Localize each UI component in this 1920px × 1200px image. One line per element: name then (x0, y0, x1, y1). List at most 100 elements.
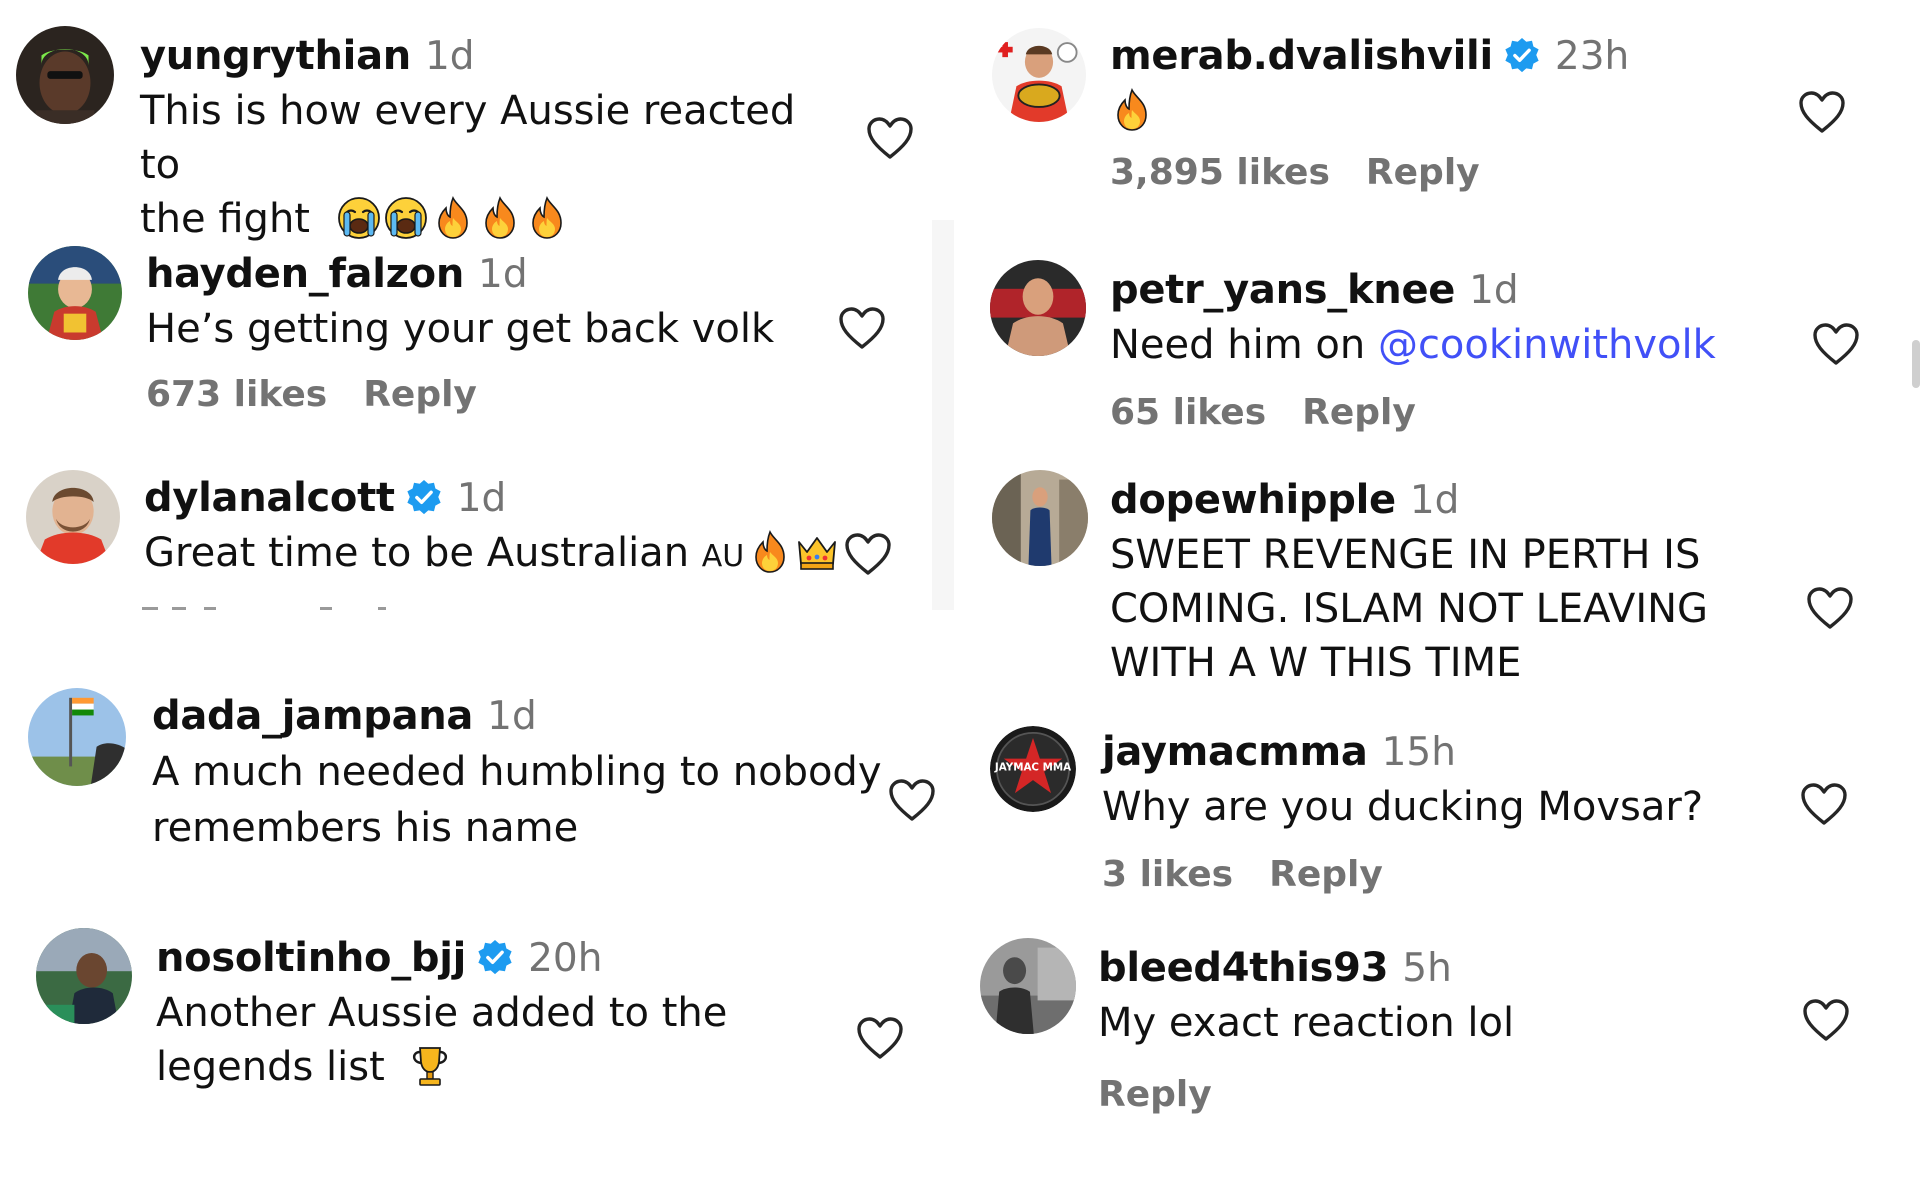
comment-text (1110, 84, 1670, 138)
comment-text: He’s getting your get back volk (146, 306, 775, 352)
reply-button[interactable]: Reply (1098, 1074, 1212, 1115)
comment-text-fragment: Great time to be Australian (144, 530, 690, 576)
truncated-meta-divider (142, 607, 386, 610)
comment-text-line-2: COMING. ISLAM NOT LEAVING (1110, 586, 1709, 632)
crying-face-emoji (384, 196, 428, 240)
comment-text: Need him on @cookinwithvolk (1110, 318, 1730, 372)
avatar[interactable] (28, 246, 122, 340)
likes-count[interactable]: 3 likes (1102, 854, 1233, 895)
timestamp: 1d (1469, 267, 1519, 313)
username[interactable]: merab.dvalishvili (1110, 33, 1493, 79)
like-heart-icon[interactable] (856, 1016, 904, 1060)
timestamp: 1d (478, 251, 528, 297)
avatar[interactable] (36, 928, 132, 1024)
avatar-image (28, 688, 126, 786)
avatar[interactable] (990, 260, 1086, 356)
crown-emoji (795, 530, 839, 574)
fire-emoji (431, 196, 475, 240)
username[interactable]: dada_jampana (152, 693, 473, 739)
fire-emoji (525, 196, 569, 240)
mention-link[interactable]: @cookinwithvolk (1378, 322, 1716, 368)
comment-text-line-2: legends list (156, 1040, 856, 1094)
crying-face-emoji (337, 196, 381, 240)
trophy-emoji (408, 1044, 452, 1088)
likes-count[interactable]: 3,895 likes (1110, 152, 1330, 193)
avatar-image: JAYMAC MMA (990, 726, 1076, 812)
like-heart-icon[interactable] (888, 778, 936, 822)
comment-text: This is how every Aussie reacted to the … (140, 84, 840, 246)
comment-text: A much needed humbling to nobody remembe… (152, 744, 892, 856)
like-heart-icon[interactable] (844, 532, 892, 576)
column-divider (932, 220, 954, 610)
verified-badge-icon (1503, 37, 1541, 75)
avatar-image (26, 470, 120, 564)
comment-text-fragment: legends list (156, 1044, 385, 1090)
comment-text: Great time to be Australian AU (144, 526, 844, 584)
username[interactable]: bleed4this93 (1098, 945, 1389, 991)
fire-emoji (1110, 88, 1154, 132)
comment-text-line: A much needed humbling to nobody (152, 749, 882, 795)
avatar-image (992, 470, 1088, 566)
comment-text: Another Aussie added to the legends list (156, 986, 856, 1094)
flag-au-emoji: AU (701, 539, 745, 574)
username[interactable]: jaymacmma (1102, 729, 1368, 775)
reply-button[interactable]: Reply (1269, 854, 1383, 895)
avatar[interactable] (992, 28, 1086, 122)
comment-text: My exact reaction lol (1098, 1000, 1515, 1046)
comment-text-fragment: Need him on (1110, 322, 1378, 368)
fire-emoji (748, 530, 792, 574)
like-heart-icon[interactable] (838, 306, 886, 350)
like-heart-icon[interactable] (1798, 90, 1846, 134)
timestamp: 5h (1402, 945, 1452, 991)
comment-text-line-2: the fight (140, 192, 840, 246)
timestamp: 1d (424, 33, 475, 79)
username[interactable]: hayden_falzon (146, 251, 464, 297)
username[interactable]: yungrythian (140, 33, 411, 79)
avatar-image (980, 938, 1076, 1034)
reply-button[interactable]: Reply (363, 374, 477, 415)
avatar-image (16, 26, 114, 124)
verified-badge-icon (476, 939, 514, 977)
like-heart-icon[interactable] (866, 116, 914, 160)
scrollbar-thumb[interactable] (1912, 340, 1920, 388)
username[interactable]: dylanalcott (144, 475, 395, 521)
avatar[interactable] (26, 470, 120, 564)
avatar[interactable]: JAYMAC MMA (990, 726, 1076, 812)
verified-badge-icon (405, 479, 443, 517)
comment-text-line: SWEET REVENGE IN PERTH IS (1110, 532, 1701, 578)
like-heart-icon[interactable] (1806, 586, 1854, 630)
like-heart-icon[interactable] (1802, 998, 1850, 1042)
comment-text-line-2: remembers his name (152, 805, 579, 851)
comment-text: Why are you ducking Movsar? (1102, 784, 1704, 830)
likes-count[interactable]: 65 likes (1110, 392, 1266, 433)
timestamp: 1d (456, 475, 507, 521)
reply-button[interactable]: Reply (1366, 152, 1480, 193)
comment-text: SWEET REVENGE IN PERTH IS COMING. ISLAM … (1110, 528, 1730, 690)
timestamp: 15h (1381, 729, 1456, 775)
username[interactable]: petr_yans_knee (1110, 267, 1455, 313)
timestamp: 1d (1409, 477, 1460, 523)
avatar[interactable] (992, 470, 1088, 566)
likes-count[interactable]: 673 likes (146, 374, 327, 415)
fire-emoji (478, 196, 522, 240)
timestamp: 23h (1554, 33, 1630, 79)
timestamp: 20h (528, 935, 603, 981)
comment-text-line: Another Aussie added to the (156, 990, 728, 1036)
avatar-image (36, 928, 132, 1024)
like-heart-icon[interactable] (1812, 322, 1860, 366)
avatar-image (992, 28, 1086, 122)
comment-text-fragment: the fight (140, 196, 310, 242)
avatar-logo-text: JAYMAC MMA (994, 762, 1071, 774)
avatar[interactable] (28, 688, 126, 786)
timestamp: 1d (487, 693, 537, 739)
comment-text-line: This is how every Aussie reacted to (140, 88, 796, 188)
avatar[interactable] (16, 26, 114, 124)
comment-text-line-3: WITH A W THIS TIME (1110, 640, 1522, 686)
avatar-image (28, 246, 122, 340)
username[interactable]: dopewhipple (1110, 477, 1396, 523)
username[interactable]: nosoltinho_bjj (156, 935, 466, 981)
like-heart-icon[interactable] (1800, 782, 1848, 826)
reply-button[interactable]: Reply (1302, 392, 1416, 433)
avatar[interactable] (980, 938, 1076, 1034)
avatar-image (990, 260, 1086, 356)
